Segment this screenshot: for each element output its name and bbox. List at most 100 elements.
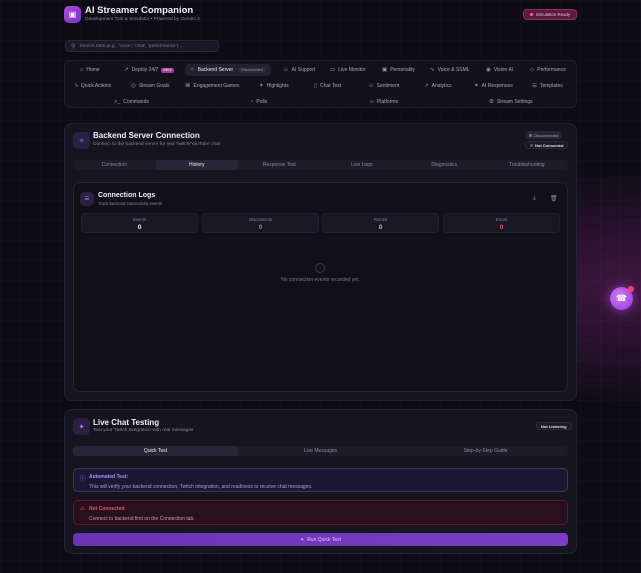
nav-tab-templates[interactable]: ☰ Templates — [527, 80, 568, 92]
nav-tab-stream-settings[interactable]: ⚙ Stream Settings — [484, 96, 538, 108]
bot-icon: ☺ — [283, 67, 289, 73]
nav-tab-stream-goals[interactable]: ◎ Stream Goals — [126, 80, 174, 92]
nav-tab-label: Engagement Games — [193, 83, 240, 89]
nav-tab-polls[interactable]: ◔ Polls — [245, 96, 272, 108]
notification-dot — [628, 286, 634, 292]
tab-quick-test[interactable]: Quick Test — [73, 446, 238, 456]
nav-tab-label: Analytics — [431, 83, 452, 89]
tab-diagnostics[interactable]: Diagnostics — [403, 160, 486, 170]
connection-status-label: Not Connected — [535, 142, 564, 148]
nav-tab-label: AI Responses — [481, 83, 513, 89]
stat-value: 0 — [378, 224, 383, 231]
gamepad-icon: ⌘ — [185, 83, 191, 89]
assistant-fab-button[interactable]: ☎ — [610, 286, 634, 310]
headset-icon: ☎ — [615, 293, 628, 303]
tab-navigation: ⌂ Home ↗ Deploy 24/7 NEW ✧ Backend Server Dis… — [64, 60, 577, 108]
alert-text: This will verify your backend connection… — [89, 484, 313, 490]
nav-tab-label: Vision AI — [493, 67, 514, 73]
nav-tab-label: Backend Server — [197, 67, 234, 73]
plug-icon: ✧ — [73, 132, 90, 149]
stat-events: Events 0 — [81, 213, 198, 233]
status-dot-icon — [529, 13, 533, 16]
live-chat-subtitle: Test your Twitch integration with real m… — [93, 428, 194, 433]
nav-tab-home[interactable]: ⌂ Home — [75, 64, 105, 76]
tab-live-logs[interactable]: Live Logs — [321, 160, 404, 170]
target-icon: ◎ — [131, 83, 136, 89]
nav-tab-live-monitor[interactable]: ▭ Live Monitor — [325, 64, 370, 76]
nav-tab-label: Voice & SSML — [437, 67, 470, 73]
app-logo-icon: ▣ — [64, 6, 81, 23]
nav-tab-commands[interactable]: >_ Commands — [109, 96, 154, 108]
nav-tab-label: Quick Actions — [80, 83, 112, 89]
sparkle-icon: ✦ — [259, 83, 264, 89]
stat-value: 0 — [499, 224, 504, 231]
nav-tab-personality[interactable]: ▣ Personality — [377, 64, 420, 76]
stat-value: 0 — [137, 224, 142, 231]
tab-troubleshooting[interactable]: Troubleshooting — [486, 160, 569, 170]
backend-status-badge: Disconnected — [525, 131, 563, 139]
live-chat-tabs: Quick Test Live Messages Step-by-Step Gu… — [73, 446, 568, 456]
nav-tab-performance[interactable]: ◇ Performance — [525, 64, 571, 76]
rocket-icon: ↗ — [124, 67, 129, 73]
simulation-status-label: Simulation Ready — [535, 12, 571, 17]
logs-subtitle: Track backend connectivity events — [98, 201, 162, 206]
backend-tabs: Connection History Response Test Live Lo… — [73, 160, 568, 170]
nav-tab-deploy[interactable]: ↗ Deploy 24/7 NEW — [119, 64, 179, 76]
tab-connection[interactable]: Connection — [73, 160, 156, 170]
bolt-icon: ϟ — [75, 83, 78, 89]
alert-title: Automated Test: — [89, 474, 129, 480]
nav-tab-voice-ssml[interactable]: ∿ Voice & SSML — [425, 64, 475, 76]
nav-tab-ai-responses[interactable]: ✦ AI Responses — [469, 80, 518, 92]
tab-live-messages[interactable]: Live Messages — [238, 446, 403, 456]
monitor-icon: ▭ — [330, 67, 336, 73]
logs-empty-message: No connection events recorded yet. — [281, 277, 360, 283]
brain-icon: ✦ — [474, 83, 479, 89]
nav-tab-sentiment[interactable]: ☺ Sentiment — [363, 80, 404, 92]
live-chat-title: Live Chat Testing — [93, 418, 160, 427]
tab-step-by-step-guide[interactable]: Step-by-Step Guide — [403, 446, 568, 456]
terminal-icon: >_ — [114, 99, 121, 105]
status-dot-icon — [530, 143, 533, 147]
nav-tab-ai-support[interactable]: ☺ AI Support — [278, 64, 320, 76]
nav-tab-engagement-games[interactable]: ⌘ Engagement Games — [180, 80, 244, 92]
list-icon: ☰ — [80, 192, 94, 206]
download-icon[interactable]: ⤓ — [533, 195, 536, 202]
info-icon: ⓘ — [80, 476, 86, 482]
logs-title: Connection Logs — [98, 192, 156, 199]
stat-label: Disconnects — [249, 217, 272, 222]
nav-tab-label: Live Monitor — [338, 67, 366, 73]
nav-tab-platforms[interactable]: ∞ Platforms — [365, 96, 403, 108]
info-icon: i — [315, 263, 325, 273]
tab-search-input[interactable] — [79, 43, 210, 49]
smile-icon: ☺ — [368, 83, 374, 89]
stat-disconnects: Disconnects 0 — [202, 213, 319, 233]
trash-icon[interactable]: 🗑 — [550, 195, 558, 202]
home-icon: ⌂ — [80, 67, 84, 73]
stat-label: Events — [133, 217, 146, 222]
nav-tab-vision-ai[interactable]: ◉ Vision AI — [481, 64, 518, 76]
nav-tab-label: Stream Settings — [496, 99, 533, 105]
search-icon: ⚲ — [71, 43, 76, 50]
tab-response-test[interactable]: Response Test — [238, 160, 321, 170]
poll-icon: ◔ — [250, 99, 254, 105]
nav-tab-label: Highlights — [266, 83, 289, 89]
nav-tab-highlights[interactable]: ✦ Highlights — [254, 80, 294, 92]
app-root: ▣ AI Streamer Companion Development Tool… — [0, 0, 641, 573]
warning-icon: ⚠ — [80, 506, 85, 512]
alert-text: Connect to backend first on the Connecti… — [89, 516, 195, 522]
run-quick-test-button[interactable]: ✦ Run Quick Test — [73, 533, 568, 546]
nav-tab-analytics[interactable]: ↗ Analytics — [419, 80, 457, 92]
new-badge: NEW — [161, 67, 174, 73]
disconnected-badge: Disconnected — [238, 67, 266, 73]
nav-tab-chat-test[interactable]: ▯ Chat Test — [309, 80, 346, 92]
eye-icon: ◉ — [486, 67, 491, 73]
nav-tab-label: Sentiment — [376, 83, 400, 89]
simulation-status-badge: Simulation Ready — [523, 9, 577, 20]
alert-title: Not Connected — [89, 506, 125, 512]
nav-tab-label: Platforms — [376, 99, 399, 105]
tab-history[interactable]: History — [155, 160, 238, 170]
nav-tab-label: AI Support — [291, 67, 316, 73]
automated-test-alert: ⓘ Automated Test: This will verify your … — [73, 468, 568, 492]
nav-tab-backend-server[interactable]: ✧ Backend Server Disconnected — [185, 64, 271, 76]
nav-tab-quick-actions[interactable]: ϟ Quick Actions — [70, 80, 116, 92]
